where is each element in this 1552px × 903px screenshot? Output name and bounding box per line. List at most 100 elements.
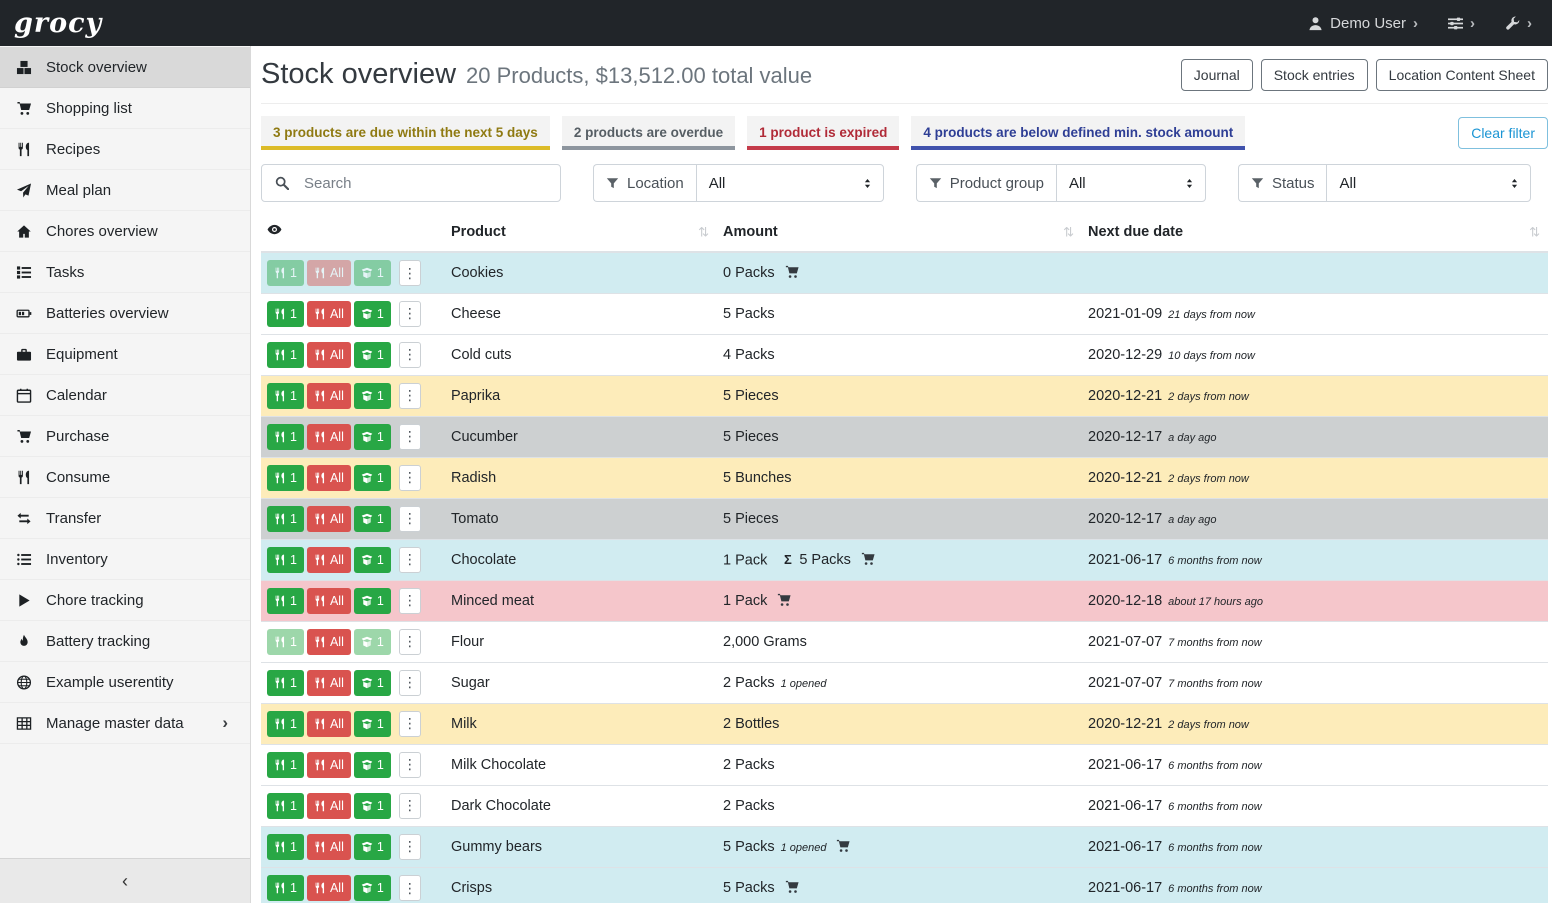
sidebar-item-shopping-list[interactable]: Shopping list: [0, 88, 250, 129]
open-one-button[interactable]: 1: [354, 506, 391, 532]
sidebar-item-purchase[interactable]: Purchase: [0, 416, 250, 457]
consume-all-button[interactable]: All: [307, 588, 351, 614]
app-logo[interactable]: grocy: [14, 8, 102, 39]
journal-button[interactable]: Journal: [1181, 59, 1253, 91]
product-group-select[interactable]: All: [1056, 164, 1206, 202]
sidebar-item-tasks[interactable]: Tasks: [0, 252, 250, 293]
consume-one-button[interactable]: 1: [267, 670, 304, 696]
open-one-button[interactable]: 1: [354, 260, 391, 286]
consume-one-button[interactable]: 1: [267, 547, 304, 573]
consume-all-button[interactable]: All: [307, 875, 351, 901]
consume-one-button[interactable]: 1: [267, 793, 304, 819]
consume-one-button[interactable]: 1: [267, 301, 304, 327]
open-one-button[interactable]: 1: [354, 383, 391, 409]
user-menu[interactable]: Demo User ›: [1308, 15, 1418, 32]
column-header-product[interactable]: Product ⇅: [445, 216, 717, 252]
row-menu-button[interactable]: ⋮: [399, 834, 421, 860]
row-menu-button[interactable]: ⋮: [399, 875, 421, 901]
open-one-button[interactable]: 1: [354, 834, 391, 860]
open-one-button[interactable]: 1: [354, 588, 391, 614]
open-one-button[interactable]: 1: [354, 424, 391, 450]
consume-all-button[interactable]: All: [307, 506, 351, 532]
consume-one-button[interactable]: 1: [267, 588, 304, 614]
open-one-button[interactable]: 1: [354, 711, 391, 737]
consume-all-button[interactable]: All: [307, 629, 351, 655]
sidebar-collapse-button[interactable]: ‹: [0, 858, 250, 903]
search-input[interactable]: [302, 175, 560, 192]
sidebar-item-equipment[interactable]: Equipment: [0, 334, 250, 375]
consume-one-button[interactable]: 1: [267, 424, 304, 450]
admin-menu[interactable]: ›: [1505, 16, 1532, 31]
sidebar-item-consume[interactable]: Consume: [0, 457, 250, 498]
sidebar-item-batteries-overview[interactable]: Batteries overview: [0, 293, 250, 334]
consume-one-button[interactable]: 1: [267, 506, 304, 532]
consume-all-button[interactable]: All: [307, 465, 351, 491]
sidebar-item-calendar[interactable]: Calendar: [0, 375, 250, 416]
row-menu-button[interactable]: ⋮: [399, 342, 421, 368]
open-one-button[interactable]: 1: [354, 342, 391, 368]
status-select[interactable]: All: [1326, 164, 1531, 202]
column-header-amount[interactable]: Amount ⇅: [717, 216, 1082, 252]
row-menu-button[interactable]: ⋮: [399, 752, 421, 778]
consume-one-button[interactable]: 1: [267, 752, 304, 778]
consume-all-button[interactable]: All: [307, 670, 351, 696]
location-content-sheet-button[interactable]: Location Content Sheet: [1376, 59, 1548, 91]
row-menu-button[interactable]: ⋮: [399, 711, 421, 737]
consume-all-button[interactable]: All: [307, 752, 351, 778]
sidebar-item-meal-plan[interactable]: Meal plan: [0, 170, 250, 211]
open-one-button[interactable]: 1: [354, 465, 391, 491]
row-menu-button[interactable]: ⋮: [399, 547, 421, 573]
consume-one-button[interactable]: 1: [267, 260, 304, 286]
sidebar-item-chores-overview[interactable]: Chores overview: [0, 211, 250, 252]
open-one-button[interactable]: 1: [354, 875, 391, 901]
row-menu-button[interactable]: ⋮: [399, 301, 421, 327]
row-menu-button[interactable]: ⋮: [399, 260, 421, 286]
clear-filter-button[interactable]: Clear filter: [1458, 117, 1548, 149]
row-menu-button[interactable]: ⋮: [399, 506, 421, 532]
eye-icon[interactable]: [267, 222, 282, 237]
consume-all-button[interactable]: All: [307, 834, 351, 860]
stock-entries-button[interactable]: Stock entries: [1261, 59, 1368, 91]
sidebar-item-example-userentity[interactable]: Example userentity: [0, 662, 250, 703]
consume-one-button[interactable]: 1: [267, 875, 304, 901]
consume-all-button[interactable]: All: [307, 547, 351, 573]
consume-one-button[interactable]: 1: [267, 711, 304, 737]
consume-all-button[interactable]: All: [307, 383, 351, 409]
open-one-button[interactable]: 1: [354, 752, 391, 778]
consume-one-button[interactable]: 1: [267, 383, 304, 409]
row-menu-button[interactable]: ⋮: [399, 424, 421, 450]
expired-alert[interactable]: 1 product is expired: [747, 116, 899, 150]
consume-all-button[interactable]: All: [307, 711, 351, 737]
row-menu-button[interactable]: ⋮: [399, 670, 421, 696]
row-menu-button[interactable]: ⋮: [399, 383, 421, 409]
consume-all-button[interactable]: All: [307, 260, 351, 286]
row-menu-button[interactable]: ⋮: [399, 793, 421, 819]
consume-all-button[interactable]: All: [307, 424, 351, 450]
open-one-button[interactable]: 1: [354, 793, 391, 819]
consume-all-button[interactable]: All: [307, 793, 351, 819]
consume-all-button[interactable]: All: [307, 342, 351, 368]
sidebar-item-stock-overview[interactable]: Stock overview: [0, 47, 250, 88]
consume-one-button[interactable]: 1: [267, 342, 304, 368]
open-one-button[interactable]: 1: [354, 547, 391, 573]
row-menu-button[interactable]: ⋮: [399, 588, 421, 614]
sidebar-item-recipes[interactable]: Recipes: [0, 129, 250, 170]
due-soon-alert[interactable]: 3 products are due within the next 5 day…: [261, 116, 550, 150]
column-header-next-due-date[interactable]: Next due date ⇅: [1082, 216, 1548, 252]
row-menu-button[interactable]: ⋮: [399, 629, 421, 655]
settings-menu[interactable]: ›: [1448, 16, 1475, 31]
open-one-button[interactable]: 1: [354, 670, 391, 696]
sidebar-item-inventory[interactable]: Inventory: [0, 539, 250, 580]
consume-all-button[interactable]: All: [307, 301, 351, 327]
consume-one-button[interactable]: 1: [267, 465, 304, 491]
below-min-stock-alert[interactable]: 4 products are below defined min. stock …: [911, 116, 1245, 150]
location-select[interactable]: All: [696, 164, 884, 202]
overdue-alert[interactable]: 2 products are overdue: [562, 116, 735, 150]
sidebar-item-chore-tracking[interactable]: Chore tracking: [0, 580, 250, 621]
consume-one-button[interactable]: 1: [267, 834, 304, 860]
open-one-button[interactable]: 1: [354, 629, 391, 655]
sidebar-item-transfer[interactable]: Transfer: [0, 498, 250, 539]
consume-one-button[interactable]: 1: [267, 629, 304, 655]
open-one-button[interactable]: 1: [354, 301, 391, 327]
row-menu-button[interactable]: ⋮: [399, 465, 421, 491]
